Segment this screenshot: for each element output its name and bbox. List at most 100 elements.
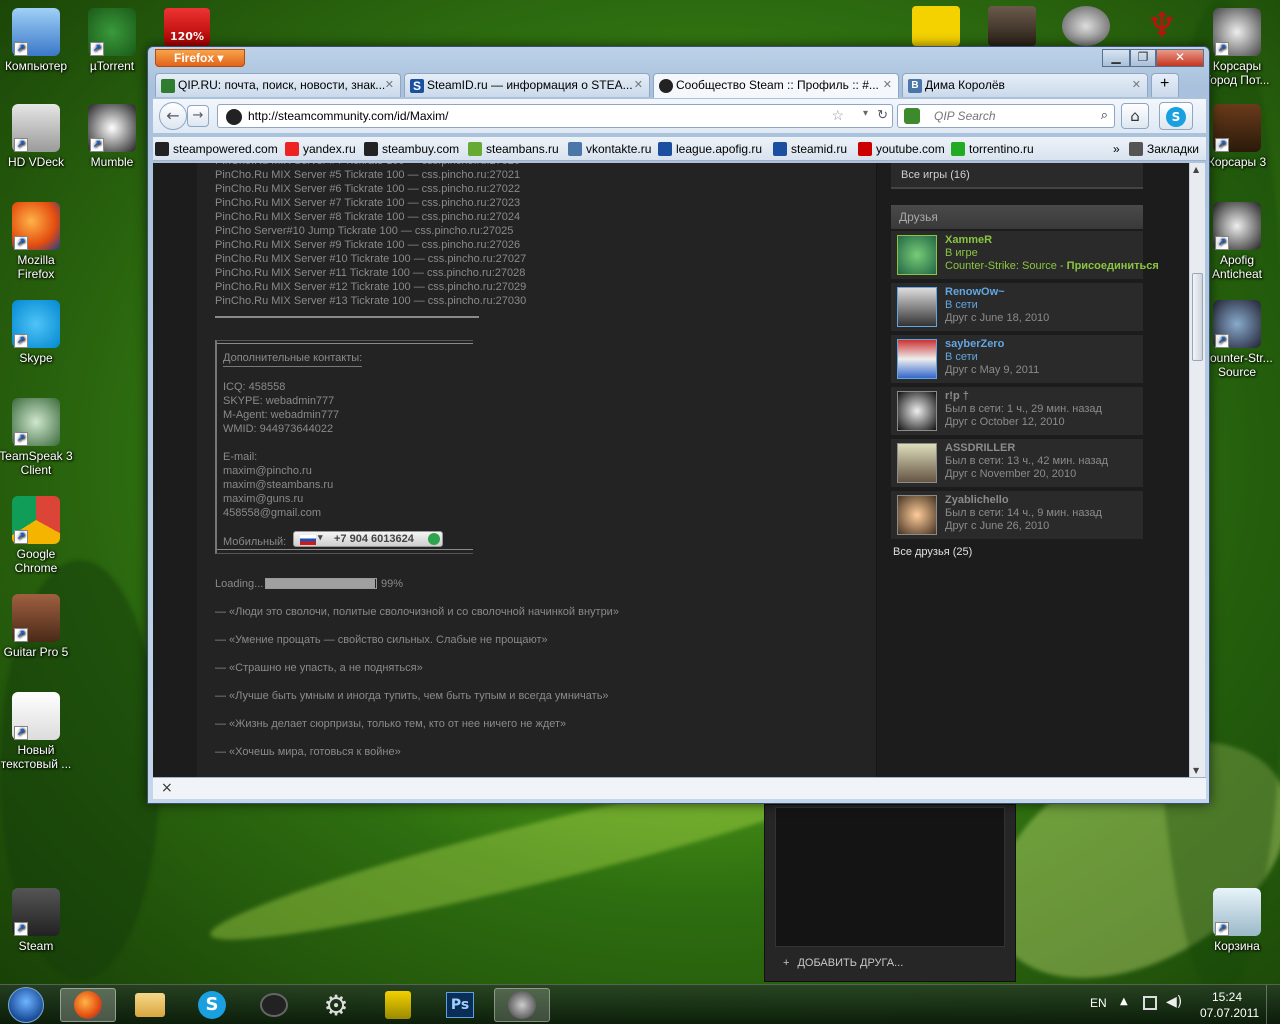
desktop-shortcut[interactable]: ↗ HD VDeck: [0, 104, 74, 169]
friend-entry[interactable]: XammeR В игре Counter-Strike: Source - При…: [891, 231, 1159, 279]
quake-icon[interactable]: ♆: [1140, 6, 1184, 46]
friend-entry[interactable]: Zyablichello Был в сети: 14 ч., 9 мин. на…: [891, 491, 1143, 539]
desktop-shortcut[interactable]: ↗ Counter-Str... Source: [1199, 300, 1275, 379]
tab-steam-community[interactable]: Сообщество Steam :: Профиль :: #... ✕: [653, 73, 899, 98]
desktop-shortcut[interactable]: ↗ Skype: [0, 300, 74, 365]
explorer-taskbar[interactable]: [122, 988, 178, 1022]
reload-icon[interactable]: ↻: [877, 107, 888, 123]
tab-close-icon[interactable]: ✕: [385, 78, 394, 91]
game-logo-icon[interactable]: [1062, 6, 1110, 46]
friend-name[interactable]: sayberZero: [945, 338, 1004, 350]
scroll-up-arrow[interactable]: ▲: [1193, 165, 1199, 174]
settings-taskbar[interactable]: ⚙: [308, 988, 364, 1022]
tab-close-icon[interactable]: ✕: [883, 78, 892, 91]
desktop-shortcut[interactable]: ↗ Steam: [0, 888, 74, 953]
friend-entry[interactable]: r!p † Был в сети: 1 ч., 29 мин. назад Друг…: [891, 387, 1143, 435]
clock-date[interactable]: 07.07.2011: [1200, 1006, 1259, 1020]
network-icon[interactable]: [1143, 996, 1157, 1010]
call-icon[interactable]: [428, 533, 440, 545]
search-icon[interactable]: ⌕: [1101, 107, 1108, 123]
vertical-scrollbar[interactable]: ▲ ▼: [1189, 163, 1205, 777]
desktop-shortcut[interactable]: ↗ µTorrent: [74, 8, 150, 73]
avatar[interactable]: [897, 287, 937, 327]
steam-taskbar[interactable]: [494, 988, 550, 1022]
all-friends-link[interactable]: Все друзья (25): [893, 546, 972, 558]
maximize-button[interactable]: ❐: [1130, 49, 1156, 67]
desktop-shortcut[interactable]: ↗ Mumble: [74, 104, 150, 169]
bookmark-item[interactable]: yandex.ru: [285, 142, 356, 156]
show-desktop-button[interactable]: [1266, 985, 1280, 1024]
friend-name[interactable]: ASSDRILLER: [945, 442, 1015, 454]
tab-steamid[interactable]: S SteamID.ru — информация о STEA... ✕: [404, 73, 650, 97]
firefox-taskbar[interactable]: [60, 988, 116, 1022]
desktop-shortcut[interactable]: ↗ Apofig Anticheat: [1199, 202, 1275, 281]
avatar[interactable]: [897, 443, 937, 483]
start-orb[interactable]: [8, 987, 44, 1023]
avatar[interactable]: [897, 391, 937, 431]
tab-vk[interactable]: B Дима Королёв ✕: [902, 73, 1148, 97]
close-button[interactable]: ✕: [1156, 49, 1204, 67]
desktop-shortcut[interactable]: ↗ Компьютер: [0, 8, 74, 73]
desktop-shortcut[interactable]: ↗ Guitar Pro 5: [0, 594, 74, 659]
show-hidden-icons[interactable]: ▲: [1120, 996, 1128, 1007]
bookmarks-overflow-chevron[interactable]: »: [1113, 142, 1120, 156]
friend-entry[interactable]: sayberZero В сети Друг с May 9, 2011: [891, 335, 1143, 383]
steam-friends-window[interactable]: + ДОБАВИТЬ ДРУГА...: [764, 804, 1016, 982]
language-indicator[interactable]: EN: [1090, 996, 1107, 1010]
game-shortcut-icon[interactable]: [912, 6, 960, 46]
desktop-shortcut[interactable]: ↗ Mozilla Firefox: [0, 202, 74, 281]
home-button[interactable]: ⌂: [1121, 103, 1149, 129]
tab-qip[interactable]: QIP.RU: почта, поиск, новости, знак... ✕: [155, 73, 401, 97]
friend-name[interactable]: r!p †: [945, 390, 969, 402]
bookmark-item[interactable]: steambuy.com: [364, 142, 459, 156]
new-tab-button[interactable]: +: [1151, 73, 1179, 97]
forward-button[interactable]: →: [187, 105, 209, 127]
url-bar[interactable]: http://steamcommunity.com/id/Maxim/ ☆ ▾ …: [217, 104, 893, 128]
friend-entry[interactable]: ASSDRILLER Был в сети: 13 ч., 42 мин. наз…: [891, 439, 1143, 487]
join-game-link[interactable]: Присоединиться: [1067, 260, 1159, 272]
friend-entry[interactable]: RenowOw~ В сети Друг с June 18, 2010: [891, 283, 1143, 331]
desktop-shortcut[interactable]: ↗ Корзина: [1199, 888, 1275, 953]
avatar[interactable]: [897, 495, 937, 535]
desktop-shortcut[interactable]: ↗ TeamSpeak 3 Client: [0, 398, 74, 477]
pdf-shortcut-icon[interactable]: 120%: [164, 8, 210, 46]
photoshop-taskbar[interactable]: Ps: [432, 988, 488, 1022]
findbar-close-icon[interactable]: ×: [161, 780, 173, 796]
skype-taskbar[interactable]: S: [184, 988, 240, 1022]
phone-widget[interactable]: ▾ +7 904 6013624: [293, 531, 443, 547]
lineage-icon[interactable]: [988, 6, 1036, 46]
bookmark-item[interactable]: vkontakte.ru: [568, 142, 651, 156]
desktop-shortcut[interactable]: ↗ Корсары 3: [1199, 104, 1275, 169]
friend-name[interactable]: XammeR: [945, 234, 992, 246]
avatar[interactable]: [897, 235, 937, 275]
firefox-menu-button[interactable]: Firefox ▾: [155, 49, 245, 67]
aimp-taskbar[interactable]: [370, 988, 426, 1022]
back-button[interactable]: ←: [159, 102, 187, 130]
friend-name[interactable]: RenowOw~: [945, 286, 1005, 298]
avatar[interactable]: [897, 339, 937, 379]
scroll-down-arrow[interactable]: ▼: [1193, 766, 1199, 775]
desktop-shortcut[interactable]: ↗ Новый текстовый ...: [0, 692, 74, 771]
minimize-button[interactable]: ▁: [1102, 49, 1130, 67]
add-friend-button[interactable]: + ДОБАВИТЬ ДРУГА...: [783, 957, 903, 969]
desktop-shortcut[interactable]: ↗ Корсары Город Пот...: [1199, 8, 1275, 87]
tab-close-icon[interactable]: ✕: [634, 78, 643, 91]
all-games-link[interactable]: Все игры (16): [891, 163, 1143, 189]
dropdown-icon[interactable]: ▾: [863, 108, 868, 119]
bookmark-item[interactable]: torrentino.ru: [951, 142, 1034, 156]
bookmark-item[interactable]: steampowered.com: [155, 142, 278, 156]
bookmark-star-icon[interactable]: ☆: [831, 107, 844, 124]
bookmarks-menu-button[interactable]: Закладки: [1129, 142, 1199, 156]
search-bar[interactable]: QIP Search ⌕: [897, 104, 1115, 128]
volume-icon[interactable]: ◀): [1166, 994, 1182, 1010]
scroll-thumb[interactable]: [1192, 273, 1203, 361]
tab-close-icon[interactable]: ✕: [1132, 78, 1141, 91]
firefox-window[interactable]: Firefox ▾ ▁ ❐ ✕ QIP.RU: почта, поиск, но…: [147, 46, 1210, 804]
bookmark-item[interactable]: youtube.com: [858, 142, 945, 156]
unknown-app-taskbar[interactable]: [246, 988, 302, 1022]
friend-name[interactable]: Zyablichello: [945, 494, 1009, 506]
bookmark-item[interactable]: steambans.ru: [468, 142, 559, 156]
desktop-shortcut[interactable]: ↗ Google Chrome: [0, 496, 74, 575]
skype-addon-button[interactable]: S: [1159, 102, 1193, 130]
bookmark-item[interactable]: league.apofig.ru: [658, 142, 762, 156]
